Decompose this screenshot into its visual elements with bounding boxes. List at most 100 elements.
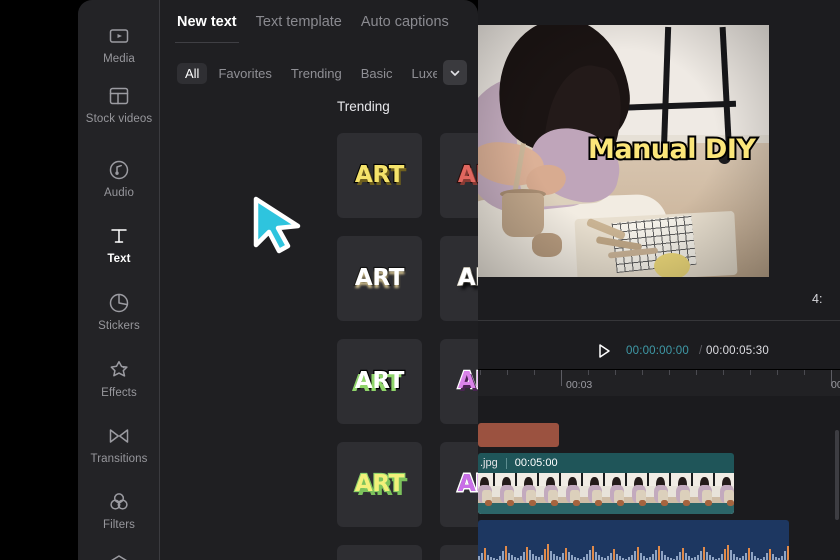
timeline-ruler[interactable]: 00:03 00:	[478, 370, 840, 396]
text-style-thumbnail[interactable]: ART	[440, 339, 478, 424]
ruler-tick	[750, 370, 751, 375]
ruler-tick	[777, 370, 778, 375]
waveform-bar	[685, 553, 687, 560]
waveform-bar	[535, 556, 537, 560]
text-style-thumbnail[interactable]: ART	[440, 442, 478, 527]
waveform-bar	[508, 553, 510, 560]
chevron-down-icon[interactable]	[443, 60, 467, 85]
filmstrip-frame	[676, 473, 698, 514]
transitions-icon	[107, 424, 131, 448]
sidebar-item-label: Transitions	[90, 453, 148, 465]
sidebar-item-partial[interactable]	[78, 546, 160, 560]
video-clip-name: .jpg	[480, 457, 498, 469]
waveform-bar	[769, 549, 771, 560]
panel-tabs: New text Text template Auto captions	[160, 0, 478, 46]
tab-text-template[interactable]: Text template	[256, 14, 342, 32]
text-style-sample: ART	[354, 471, 406, 497]
clip-header-divider	[505, 457, 507, 469]
filters-icon	[107, 490, 131, 514]
tab-new-text[interactable]: New text	[175, 14, 239, 43]
waveform-bar	[787, 546, 789, 560]
ruler-tick	[723, 370, 724, 375]
waveform-bar	[553, 554, 555, 560]
tab-auto-captions[interactable]: Auto captions	[361, 14, 449, 32]
ruler-tick	[696, 370, 697, 375]
waveform-bar	[676, 556, 678, 560]
sidebar-item-stickers[interactable]: Stickers	[78, 285, 160, 337]
text-style-thumbnail[interactable]: ART	[440, 236, 478, 321]
waveform-bar	[613, 549, 615, 560]
text-style-thumbnail[interactable]: ART	[337, 442, 422, 527]
sidebar-item-stock-videos[interactable]: Stock videos	[78, 78, 160, 130]
video-clip-duration: 00:05:00	[514, 457, 558, 469]
waveform-bar	[547, 544, 549, 560]
preview-pane: Manual DIY	[478, 0, 840, 320]
timeline-video-clip[interactable]: .jpg 00:05:00	[478, 453, 734, 514]
timeline-audio-clip[interactable]	[478, 520, 789, 560]
sidebar-item-transitions[interactable]: Transitions	[78, 418, 160, 470]
waveform-bar	[520, 556, 522, 560]
audio-waveform	[478, 536, 789, 560]
timeline-scrollbar[interactable]	[835, 430, 839, 520]
waveform-bar	[595, 552, 597, 560]
play-icon[interactable]	[595, 342, 613, 360]
text-style-thumbnail[interactable]: ART	[337, 339, 422, 424]
time-separator: /	[699, 345, 703, 357]
text-style-sample: ART	[354, 162, 406, 188]
waveform-bar	[481, 553, 483, 560]
chip-luxe[interactable]: Luxe	[404, 63, 437, 84]
ruler-label: 00:	[831, 379, 840, 391]
chip-trending[interactable]: Trending	[283, 63, 350, 84]
ruler-tick	[534, 370, 535, 375]
waveform-bar	[586, 554, 588, 560]
waveform-bar	[523, 552, 525, 560]
chip-all[interactable]: All	[177, 62, 208, 84]
text-style-thumbnail[interactable]: ART	[337, 236, 422, 321]
filmstrip-frame	[588, 473, 610, 514]
waveform-bar	[607, 556, 609, 560]
waveform-bar	[637, 547, 639, 560]
waveform-bar	[526, 547, 528, 560]
waveform-bar	[598, 555, 600, 560]
waveform-bar	[652, 554, 654, 560]
waveform-bar	[532, 554, 534, 560]
text-style-grid: ARTARTARTARTARTARTARTARTARTARTARTART	[337, 133, 478, 560]
waveform-bar	[556, 556, 558, 560]
sidebar-item-effects[interactable]: Effects	[78, 352, 160, 404]
sidebar-item-filters[interactable]: Filters	[78, 484, 160, 536]
waveform-bar	[565, 548, 567, 560]
aspect-ratio-label[interactable]: 4:	[812, 292, 822, 306]
left-sidebar: Media Stock videos Audio Text Stickers Effect…	[78, 0, 160, 560]
preview-overlay-text[interactable]: Manual DIY	[586, 132, 758, 167]
ruler-tick	[588, 370, 589, 375]
ruler-tick	[804, 370, 805, 375]
ruler-tick	[615, 370, 616, 375]
text-style-sample: ART	[457, 368, 478, 394]
waveform-bar	[562, 553, 564, 560]
text-style-thumbnail[interactable]: ART	[440, 133, 478, 218]
waveform-bar	[592, 546, 594, 560]
sidebar-item-label: Filters	[102, 519, 135, 531]
text-style-thumbnail[interactable]: ART	[337, 545, 422, 560]
timeline-text-clip[interactable]	[478, 423, 559, 447]
chip-basic[interactable]: Basic	[353, 63, 401, 84]
filmstrip-frame	[544, 473, 566, 514]
waveform-bar	[745, 553, 747, 560]
chip-favorites[interactable]: Favorites	[210, 63, 279, 84]
stickers-icon	[107, 291, 131, 315]
sidebar-item-media[interactable]: Media	[78, 18, 160, 70]
text-style-sample: ART	[456, 471, 478, 497]
waveform-bar	[544, 549, 546, 560]
waveform-bar	[568, 552, 570, 560]
sidebar-item-text[interactable]: Text	[78, 218, 160, 270]
waveform-bar	[571, 555, 573, 560]
waveform-bar	[502, 551, 504, 560]
current-time[interactable]: 00:00:00:00	[626, 345, 689, 357]
sidebar-item-label: Stickers	[98, 320, 140, 332]
text-style-thumbnail[interactable]: ART	[337, 133, 422, 218]
video-preview[interactable]: Manual DIY	[478, 25, 769, 277]
effects-icon	[107, 358, 131, 382]
text-style-thumbnail[interactable]: ART	[440, 545, 478, 560]
ruler-tick	[561, 370, 562, 386]
sidebar-item-audio[interactable]: Audio	[78, 152, 160, 204]
